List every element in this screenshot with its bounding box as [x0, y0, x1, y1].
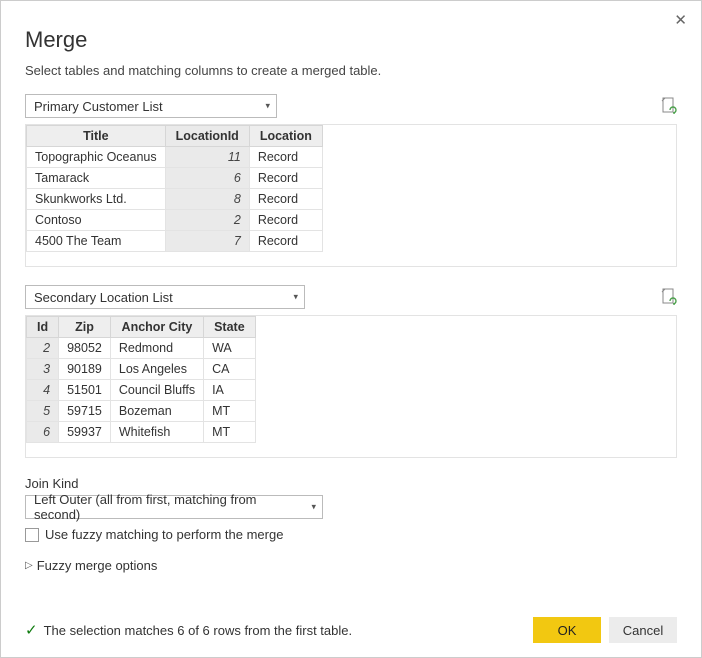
second-table-value: Secondary Location List — [34, 290, 173, 305]
cell-state: IA — [204, 380, 256, 401]
cell-title: Topographic Oceanus — [27, 147, 166, 168]
status-text: The selection matches 6 of 6 rows from t… — [44, 623, 353, 638]
first-table-grid[interactable]: Title LocationId Location Topographic Oc… — [26, 125, 323, 252]
cell-id: 6 — [27, 422, 59, 443]
cell-id: 3 — [27, 359, 59, 380]
table-row[interactable]: 659937WhitefishMT — [27, 422, 256, 443]
table-row[interactable]: Skunkworks Ltd.8Record — [27, 189, 323, 210]
fuzzy-options-label: Fuzzy merge options — [37, 558, 158, 573]
cell-zip: 98052 — [59, 338, 111, 359]
col-header[interactable]: Zip — [59, 317, 111, 338]
cell-city: Whitefish — [110, 422, 203, 443]
cell-location: Record — [249, 147, 322, 168]
col-header[interactable]: Title — [27, 126, 166, 147]
merge-dialog: ✕ Merge Select tables and matching colum… — [0, 0, 702, 658]
fuzzy-matching-label: Use fuzzy matching to perform the merge — [45, 527, 283, 542]
cell-city: Redmond — [110, 338, 203, 359]
cell-state: CA — [204, 359, 256, 380]
checkbox-box — [25, 528, 39, 542]
cell-locationid: 11 — [165, 147, 249, 168]
close-icon[interactable]: ✕ — [674, 11, 687, 29]
cell-title: 4500 The Team — [27, 231, 166, 252]
cell-location: Record — [249, 168, 322, 189]
check-icon: ✓ — [25, 623, 38, 638]
refresh-icon[interactable] — [661, 97, 677, 115]
cell-locationid: 2 — [165, 210, 249, 231]
table-row[interactable]: Topographic Oceanus11Record — [27, 147, 323, 168]
fuzzy-options-expander[interactable]: ▷ Fuzzy merge options — [25, 558, 677, 573]
table-row[interactable]: 451501Council BluffsIA — [27, 380, 256, 401]
dialog-subtitle: Select tables and matching columns to cr… — [25, 63, 677, 78]
first-table-select[interactable]: Primary Customer List ▾ — [25, 94, 277, 118]
col-header[interactable]: Location — [249, 126, 322, 147]
cancel-button[interactable]: Cancel — [609, 617, 677, 643]
cell-city: Council Bluffs — [110, 380, 203, 401]
join-kind-select[interactable]: Left Outer (all from first, matching fro… — [25, 495, 323, 519]
cell-id: 5 — [27, 401, 59, 422]
cell-state: MT — [204, 422, 256, 443]
cell-locationid: 8 — [165, 189, 249, 210]
fuzzy-matching-checkbox[interactable]: Use fuzzy matching to perform the merge — [25, 527, 677, 542]
second-table-select[interactable]: Secondary Location List ▾ — [25, 285, 305, 309]
refresh-icon[interactable] — [661, 288, 677, 306]
chevron-down-icon: ▾ — [265, 101, 270, 112]
table-row[interactable]: 298052RedmondWA — [27, 338, 256, 359]
cell-location: Record — [249, 231, 322, 252]
dialog-title: Merge — [25, 27, 677, 53]
cell-state: WA — [204, 338, 256, 359]
cell-title: Skunkworks Ltd. — [27, 189, 166, 210]
second-table-preview: Id Zip Anchor City State 298052RedmondWA… — [25, 315, 677, 458]
cell-zip: 90189 — [59, 359, 111, 380]
cell-id: 2 — [27, 338, 59, 359]
cell-title: Contoso — [27, 210, 166, 231]
col-header[interactable]: Anchor City — [110, 317, 203, 338]
table-row[interactable]: 4500 The Team7Record — [27, 231, 323, 252]
cell-location: Record — [249, 189, 322, 210]
col-header[interactable]: LocationId — [165, 126, 249, 147]
cell-zip: 59715 — [59, 401, 111, 422]
first-table-preview: Title LocationId Location Topographic Oc… — [25, 124, 677, 267]
chevron-down-icon: ▾ — [293, 292, 298, 303]
table-row[interactable]: 559715BozemanMT — [27, 401, 256, 422]
join-kind-value: Left Outer (all from first, matching fro… — [34, 492, 300, 522]
cell-location: Record — [249, 210, 322, 231]
cell-locationid: 6 — [165, 168, 249, 189]
table-row[interactable]: Tamarack6Record — [27, 168, 323, 189]
cell-zip: 59937 — [59, 422, 111, 443]
cell-city: Los Angeles — [110, 359, 203, 380]
join-kind-label: Join Kind — [25, 476, 677, 491]
cell-locationid: 7 — [165, 231, 249, 252]
first-table-value: Primary Customer List — [34, 99, 163, 114]
cell-title: Tamarack — [27, 168, 166, 189]
table-row[interactable]: Contoso2Record — [27, 210, 323, 231]
second-table-grid[interactable]: Id Zip Anchor City State 298052RedmondWA… — [26, 316, 256, 443]
col-header[interactable]: State — [204, 317, 256, 338]
status-message: ✓ The selection matches 6 of 6 rows from… — [25, 623, 352, 638]
cell-id: 4 — [27, 380, 59, 401]
cell-zip: 51501 — [59, 380, 111, 401]
cell-city: Bozeman — [110, 401, 203, 422]
chevron-down-icon: ▾ — [311, 502, 316, 513]
col-header[interactable]: Id — [27, 317, 59, 338]
cell-state: MT — [204, 401, 256, 422]
chevron-right-icon: ▷ — [25, 560, 33, 571]
table-row[interactable]: 390189Los AngelesCA — [27, 359, 256, 380]
ok-button[interactable]: OK — [533, 617, 601, 643]
